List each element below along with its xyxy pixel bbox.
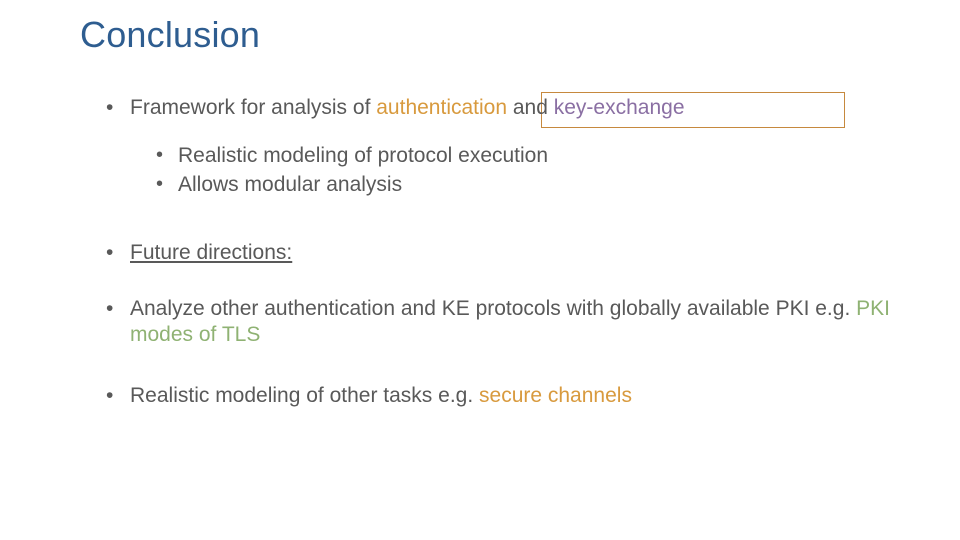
text-future-directions: Future directions:: [130, 241, 292, 264]
bullet-realistic-modeling: Realistic modeling of other tasks e.g. s…: [100, 383, 900, 409]
bullet-future-directions: Future directions:: [100, 240, 900, 266]
text-fragment: Framework for analysis of: [130, 96, 376, 119]
slide: Conclusion Framework for analysis of aut…: [0, 0, 960, 540]
subbullet-modeling: Realistic modeling of protocol execution: [152, 143, 900, 169]
text-key-exchange: key-exchange: [554, 96, 685, 119]
text-fragment: Realistic modeling of other tasks e.g.: [130, 384, 479, 407]
text-fragment: Analyze other authentication and KE prot…: [130, 297, 856, 320]
bullet-analyze-other: Analyze other authentication and KE prot…: [100, 296, 900, 349]
text-secure-channels: secure channels: [479, 384, 632, 407]
bullet-framework: Framework for analysis of authentication…: [100, 95, 900, 198]
subbullet-modular: Allows modular analysis: [152, 172, 900, 198]
text-authentication: authentication: [376, 96, 507, 119]
slide-body: Framework for analysis of authentication…: [100, 95, 900, 443]
text-fragment: and: [507, 96, 554, 119]
slide-title: Conclusion: [80, 14, 260, 56]
